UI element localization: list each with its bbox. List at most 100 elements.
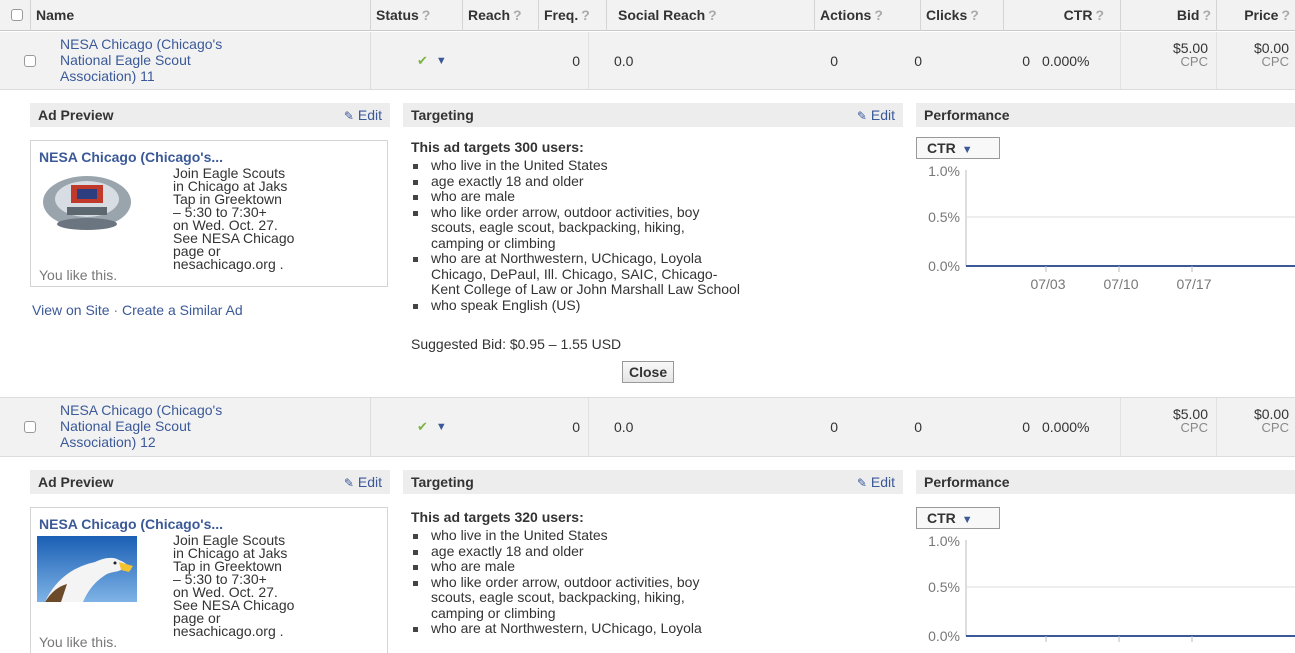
- status-dropdown-icon[interactable]: ▼: [436, 55, 447, 67]
- performance-chart: 1.0% 0.5% 0.0% 07/03 07/10 07/17: [928, 163, 1295, 292]
- edit-preview-link[interactable]: ✎ Edit: [344, 103, 382, 128]
- targeting-item: age exactly 18 and older: [411, 173, 906, 190]
- clicks-value: 0: [1022, 52, 1030, 69]
- col-clicks[interactable]: Clicks?: [920, 0, 1003, 31]
- create-similar-ad-link[interactable]: Create a Similar Ad: [122, 302, 243, 318]
- col-bid[interactable]: Bid?: [1120, 0, 1216, 31]
- status-cell: ✔ ▼: [370, 32, 462, 89]
- y-tick: 0.0%: [928, 258, 960, 274]
- targeting-item: who are male: [411, 188, 906, 205]
- ad-preview-header: Ad Preview ✎ Edit: [30, 470, 390, 494]
- y-tick: 1.0%: [928, 163, 960, 179]
- targeting-item: who are at Northwestern, UChicago, Loyol…: [411, 620, 906, 637]
- reach-value: 0: [572, 419, 580, 435]
- row-checkbox[interactable]: [24, 55, 36, 67]
- col-reach[interactable]: Reach?: [462, 0, 538, 31]
- col-actions[interactable]: Actions?: [814, 0, 920, 31]
- targeting-item: who speak English (US): [411, 297, 906, 314]
- ad-preview-title[interactable]: NESA Chicago (Chicago's...: [39, 516, 223, 532]
- metric-select[interactable]: CTR ▼: [916, 137, 1000, 159]
- x-tick: 07/03: [1030, 276, 1065, 292]
- col-status[interactable]: Status?: [370, 0, 462, 31]
- pencil-icon: ✎: [856, 109, 867, 123]
- check-icon: ✔: [417, 419, 428, 434]
- select-all-checkbox[interactable]: [11, 9, 23, 21]
- close-button[interactable]: Close: [622, 361, 675, 383]
- x-tick: 07/10: [1103, 276, 1138, 292]
- performance-header: Performance: [916, 103, 1295, 127]
- targeting-item: age exactly 18 and older: [411, 543, 906, 560]
- edit-targeting-link[interactable]: ✎ Edit: [857, 470, 895, 495]
- performance-header: Performance: [916, 470, 1295, 494]
- targeting-item: who like order arrow, outdoor activities…: [411, 204, 906, 252]
- ad-preview-box: NESA Chicago (Chicago's... Join Eagle Sc…: [30, 507, 388, 653]
- bid-value: $5.00 CPC: [1120, 398, 1216, 456]
- chevron-down-icon: ▼: [961, 514, 973, 526]
- ad-name-link[interactable]: NESA Chicago (Chicago's National Eagle Sc…: [60, 36, 340, 84]
- y-tick: 0.5%: [928, 209, 960, 225]
- targeting-item: who like order arrow, outdoor activities…: [411, 574, 906, 622]
- y-tick: 1.0%: [928, 533, 960, 549]
- targeting-headline: This ad targets 320 users:: [411, 509, 584, 525]
- metric-select[interactable]: CTR ▼: [916, 507, 1000, 529]
- targeting-header: Targeting ✎ Edit: [403, 103, 903, 127]
- actions-value: 0: [914, 52, 922, 69]
- ring-image: [37, 169, 137, 235]
- performance-chart: 1.0% 0.5% 0.0%: [928, 533, 1295, 644]
- col-name[interactable]: Name: [30, 0, 370, 31]
- targeting-item: who live in the United States: [411, 527, 906, 544]
- targeting-headline: This ad targets 300 users:: [411, 139, 584, 155]
- freq-value: 0.0: [588, 32, 678, 89]
- ctr-value: 0.000%: [1042, 419, 1090, 435]
- social-reach-value: 0: [830, 419, 838, 435]
- ad-name-link[interactable]: NESA Chicago (Chicago's National Eagle Sc…: [60, 402, 340, 450]
- ad-row[interactable]: NESA Chicago (Chicago's National Eagle Sc…: [0, 397, 1295, 457]
- targeting-item: who are at Northwestern, UChicago, Loyol…: [411, 250, 906, 298]
- pencil-icon: ✎: [343, 476, 354, 490]
- check-icon: ✔: [417, 52, 428, 68]
- ad-preview-body: Join Eagle Scouts in Chicago at Jaks Tap …: [173, 165, 295, 272]
- ad-preview-body: Join Eagle Scouts in Chicago at Jaks Tap …: [173, 532, 295, 639]
- actions-value: 0: [914, 419, 922, 435]
- ad-row[interactable]: NESA Chicago (Chicago's National Eagle Sc…: [0, 32, 1295, 90]
- row-checkbox[interactable]: [24, 421, 36, 433]
- col-social-reach[interactable]: Social Reach?: [606, 0, 814, 31]
- edit-targeting-link[interactable]: ✎ Edit: [857, 103, 895, 128]
- edit-preview-link[interactable]: ✎ Edit: [344, 470, 382, 495]
- targeting-header: Targeting ✎ Edit: [403, 470, 903, 494]
- price-value: $0.00 CPC: [1216, 398, 1295, 456]
- ad-preview-title[interactable]: NESA Chicago (Chicago's...: [39, 149, 223, 165]
- pencil-icon: ✎: [856, 476, 867, 490]
- ad-preview-header: Ad Preview ✎ Edit: [30, 103, 390, 127]
- table-header: Name Status? Reach? Freq.? Social Reach?…: [0, 0, 1295, 31]
- x-tick: 07/17: [1176, 276, 1211, 292]
- social-reach-value: 0: [830, 52, 838, 69]
- clicks-value: 0: [1022, 419, 1030, 435]
- ctr-value: 0.000%: [1042, 52, 1090, 69]
- status-dropdown-icon[interactable]: ▼: [436, 421, 447, 433]
- eagle-image: [37, 536, 137, 602]
- y-tick: 0.5%: [928, 579, 960, 595]
- status-cell: ✔ ▼: [370, 398, 462, 456]
- suggested-bid: Suggested Bid: $0.95 – 1.55 USD: [411, 336, 622, 352]
- targeting-item: who are male: [411, 558, 906, 575]
- y-tick: 0.0%: [928, 628, 960, 644]
- targeting-list: who live in the United States age exactl…: [411, 157, 906, 314]
- reach-value: 0: [572, 52, 580, 69]
- preview-links: View on Site · Create a Similar Ad: [32, 302, 243, 318]
- view-on-site-link[interactable]: View on Site: [32, 302, 110, 318]
- like-status: You like this.: [39, 267, 118, 283]
- chevron-down-icon: ▼: [961, 144, 973, 156]
- ad-preview-box: NESA Chicago (Chicago's... Join Eagle Sc…: [30, 140, 388, 287]
- like-status: You like this.: [39, 634, 118, 650]
- ad-detail-panel: Ad Preview ✎ Edit NESA Chicago (Chicago's…: [0, 457, 1295, 653]
- link-separator: ·: [113, 302, 119, 318]
- ad-detail-panel: Ad Preview ✎ Edit NESA Chicago (Chicago's…: [0, 90, 1295, 396]
- freq-value: 0.0: [588, 398, 678, 456]
- col-price[interactable]: Price?: [1216, 0, 1295, 31]
- price-value: $0.00 CPC: [1216, 32, 1295, 89]
- pencil-icon: ✎: [343, 109, 354, 123]
- bid-value: $5.00 CPC: [1120, 32, 1216, 89]
- col-freq[interactable]: Freq.?: [538, 0, 606, 31]
- col-ctr[interactable]: CTR?: [1003, 0, 1120, 31]
